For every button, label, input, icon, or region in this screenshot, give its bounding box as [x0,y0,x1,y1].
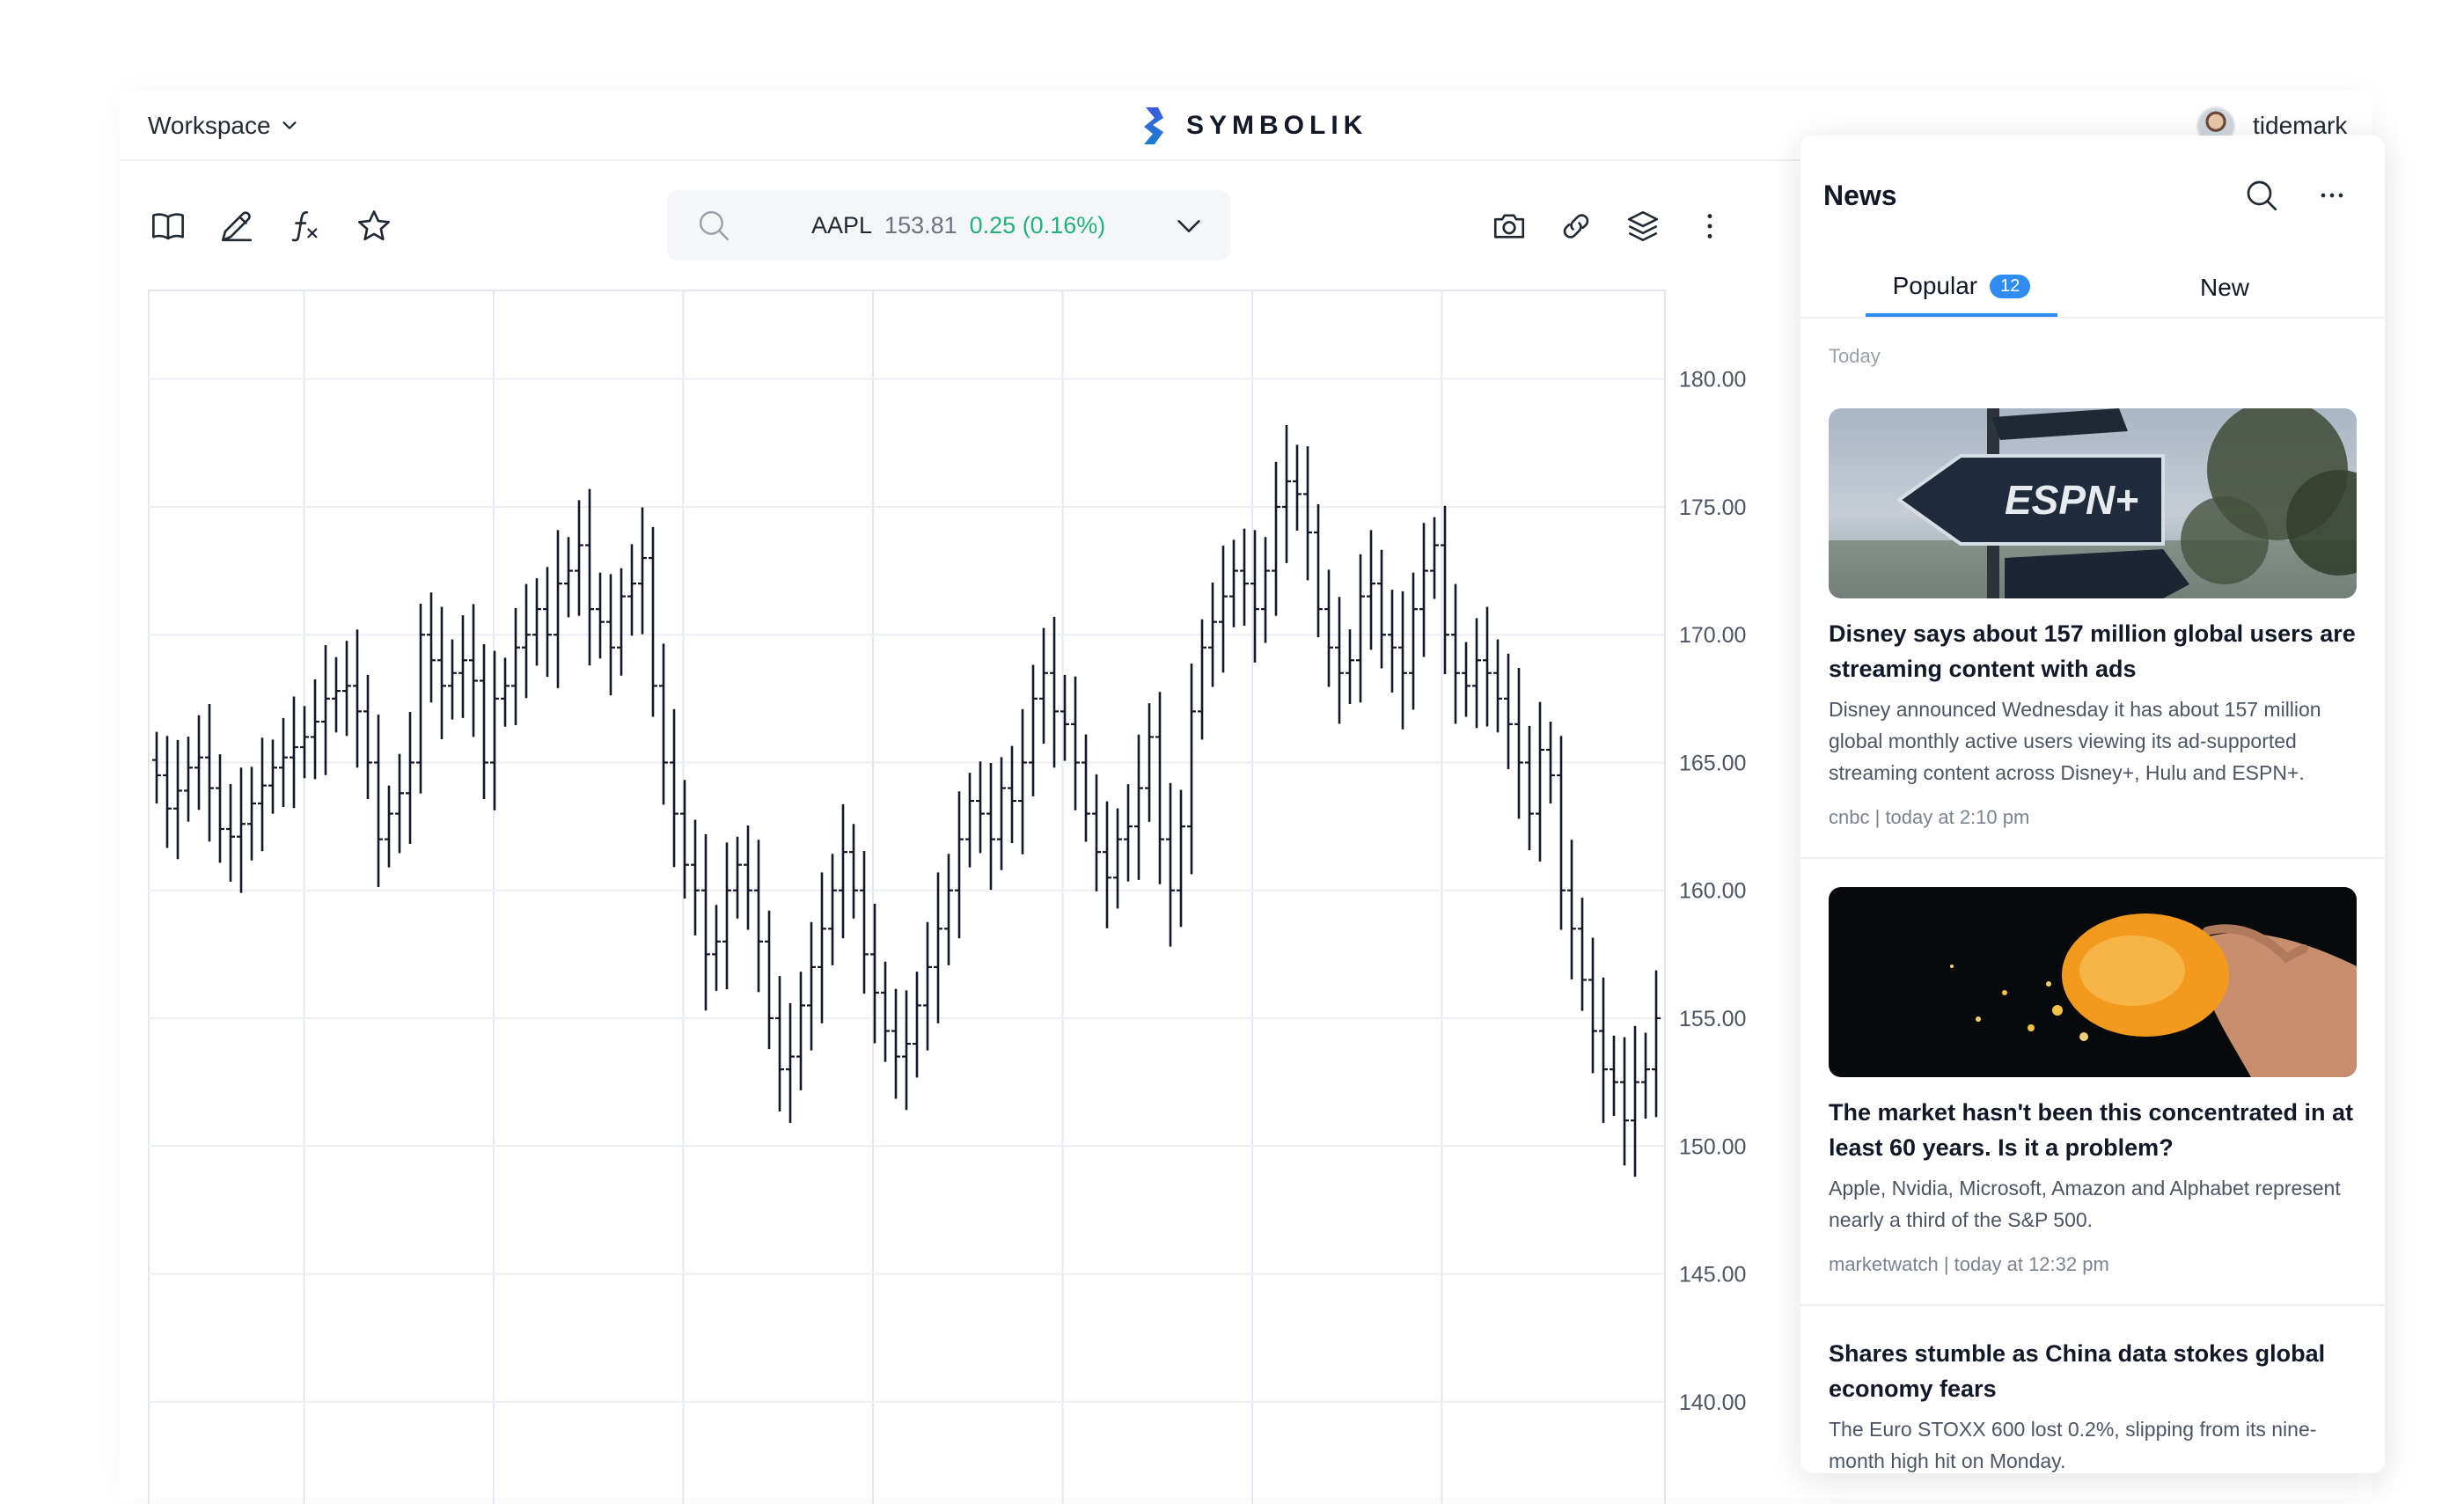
article-time: today at 2:10 pm [1885,806,2030,828]
ticker-info: AAPL 153.81 0.25 (0.16%) [811,212,1105,239]
news-article[interactable]: ESPN+ Disney says about 157 million glob… [1829,408,2357,829]
symbolik-logo-icon [1144,107,1163,144]
news-article[interactable]: The market hasn't been this concentrated… [1829,887,2357,1276]
article-summary: The Euro STOXX 600 lost 0.2%, slipping f… [1829,1418,2317,1472]
ticker-price: 153.81 [884,211,957,238]
article-divider [1800,857,2385,859]
chevron-down-icon [282,121,297,129]
workspace-menu[interactable]: Workspace [148,110,299,142]
star-icon [358,210,390,241]
ticker-symbol: AAPL [811,211,873,238]
chevron-down-icon[interactable] [1174,211,1204,241]
y-tick-label: 175.00 [1679,495,1746,520]
article-source: cnbc [1829,806,1870,828]
article-divider [1800,1304,2385,1306]
more-vertical-icon [1707,214,1712,238]
camera-icon [1493,214,1525,238]
section-label-today: Today [1829,345,1881,367]
search-icon[interactable] [2244,178,2279,213]
price-chart[interactable]: 180.00 175.00 170.00 165.00 160.00 155.00 150.… [148,290,1899,1504]
y-tick-label: 155.00 [1679,1007,1746,1031]
article-source: marketwatch [1829,1253,1939,1275]
y-tick-label: 160.00 [1679,879,1746,904]
news-article[interactable]: Shares stumble as China data stokes glob… [1829,1318,2357,1473]
orange-squeeze-image-icon [1950,913,2357,1077]
chart-toolbar-right [1489,202,1730,251]
y-tick-label: 165.00 [1679,751,1746,775]
favorite-button[interactable] [354,206,394,246]
layers-icon [1627,210,1659,242]
tab-popular[interactable]: Popular 12 [1866,259,2057,317]
link-icon [1563,214,1589,238]
plot-frame [148,290,1666,1504]
book-icon [152,213,184,240]
tab-new[interactable]: New [2172,259,2277,317]
share-link-button[interactable] [1556,206,1596,246]
news-panel: News Popular 12 New Today ESPN+ Disney s… [1800,136,2385,1473]
y-tick-label: 145.00 [1679,1263,1746,1288]
function-icon [291,210,318,242]
screenshot-button[interactable] [1489,206,1529,246]
y-tick-label: 150.00 [1679,1134,1746,1159]
symbol-search[interactable]: AAPL 153.81 0.25 (0.16%) [667,190,1230,260]
brand-name: SYMBOLIK [1186,111,1368,140]
draw-button[interactable] [216,206,257,246]
article-headline[interactable]: Shares stumble as China data stokes glob… [1829,1336,2357,1406]
y-tick-label: 170.00 [1679,623,1746,648]
tab-popular-label: Popular [1892,272,1978,299]
chart-toolbar-left [148,202,394,251]
article-summary: Disney announced Wednesday it has about … [1829,698,2321,784]
more-options-button[interactable] [1690,206,1730,246]
book-button[interactable] [148,206,188,246]
article-meta: marketwatch | today at 12:32 pm [1829,1253,2109,1275]
popular-count-badge: 12 [1990,274,2031,298]
tab-new-label: New [2199,274,2249,301]
pencil-icon [221,211,253,242]
article-headline[interactable]: The market hasn't been this concentrated… [1829,1095,2357,1165]
news-title: News [1823,180,1897,211]
ohlc-chart-canvas[interactable]: 180.00 175.00 170.00 165.00 160.00 155.00 150.… [148,290,1899,1504]
article-meta: cnbc | today at 2:10 pm [1829,806,2030,828]
news-tabs: Popular 12 New [1800,259,2385,319]
sign-image-icon: ESPN+ [1829,408,2357,598]
article-summary: Apple, Nvidia, Microsoft, Amazon and Alp… [1829,1177,2341,1231]
search-icon [699,210,729,240]
brand-logo: SYMBOLIK [1140,105,1368,147]
indicators-button[interactable] [285,206,326,246]
article-image[interactable]: ESPN+ [1829,408,2357,598]
news-actions [2244,178,2350,213]
workspace-label: Workspace [148,112,271,139]
article-image[interactable] [1829,887,2357,1077]
layers-button[interactable] [1623,206,1663,246]
y-tick-label: 140.00 [1679,1390,1746,1415]
y-tick-label: 180.00 [1679,368,1746,393]
ticker-change: 0.25 (0.16%) [969,211,1106,238]
article-headline[interactable]: Disney says about 157 million global use… [1829,616,2357,686]
more-horizontal-icon[interactable] [2314,178,2350,213]
espn-plus-sign-label: ESPN+ [2005,477,2138,523]
article-time: today at 12:32 pm [1954,1253,2109,1275]
